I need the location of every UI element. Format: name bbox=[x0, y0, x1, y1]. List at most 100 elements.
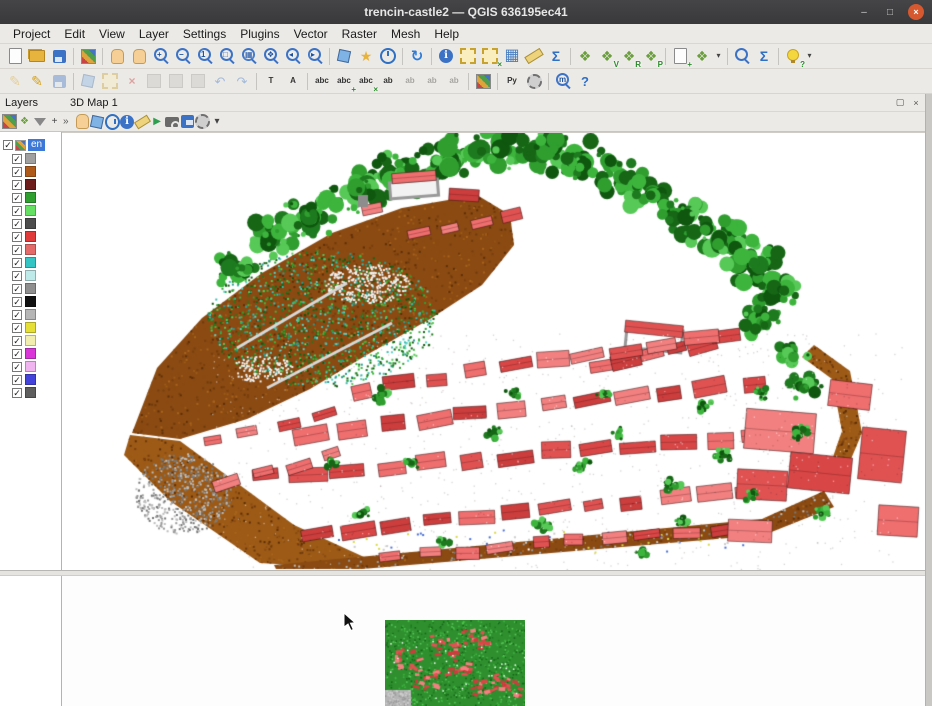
layer-class-row[interactable]: ✓ bbox=[0, 152, 61, 165]
zoom-native-icon[interactable]: 1 bbox=[195, 46, 215, 66]
add-feature-icon[interactable] bbox=[78, 71, 98, 91]
refresh-map-icon[interactable]: ↻ bbox=[407, 46, 427, 66]
redo-icon[interactable]: ↷ bbox=[232, 71, 252, 91]
layer-class-row[interactable]: ✓ bbox=[0, 217, 61, 230]
zoom-to-layer-icon[interactable]: ❖ bbox=[261, 46, 281, 66]
processing-toolbox-icon[interactable]: Σ bbox=[754, 46, 774, 66]
manage-plugins-icon[interactable] bbox=[524, 71, 544, 91]
layer-class-row[interactable]: ✓ bbox=[0, 295, 61, 308]
class-checkbox[interactable]: ✓ bbox=[12, 310, 22, 320]
menu-plugins[interactable]: Plugins bbox=[233, 25, 286, 43]
menu-settings[interactable]: Settings bbox=[176, 25, 233, 43]
temporal-3d-icon[interactable] bbox=[105, 114, 120, 129]
layer-class-row[interactable]: ✓ bbox=[0, 347, 61, 360]
pan-to-selection-icon[interactable] bbox=[129, 46, 149, 66]
layer-class-row[interactable]: ✓ bbox=[0, 204, 61, 217]
zoom-next-icon[interactable]: ▸ bbox=[305, 46, 325, 66]
layer-class-row[interactable]: ✓ bbox=[0, 178, 61, 191]
deselect-features-icon[interactable]: × bbox=[480, 46, 500, 66]
layer-class-row[interactable]: ✓ bbox=[0, 360, 61, 373]
layer-class-row[interactable]: ✓ bbox=[0, 191, 61, 204]
python-console-icon[interactable]: Py bbox=[502, 71, 522, 91]
tips-icon[interactable]: ? bbox=[783, 46, 803, 66]
pan-3d-icon[interactable] bbox=[75, 114, 90, 129]
diagram-options-icon[interactable] bbox=[473, 71, 493, 91]
camera-settings-3d-icon[interactable] bbox=[195, 114, 210, 129]
zoom-full-icon[interactable]: □ bbox=[217, 46, 237, 66]
layer-class-row[interactable]: ✓ bbox=[0, 269, 61, 282]
vertex-tool-icon[interactable] bbox=[100, 71, 120, 91]
class-checkbox[interactable]: ✓ bbox=[12, 375, 22, 385]
help-contents-icon[interactable]: ? bbox=[575, 71, 595, 91]
identify-features-icon[interactable]: i bbox=[436, 46, 456, 66]
menu-view[interactable]: View bbox=[92, 25, 132, 43]
class-checkbox[interactable]: ✓ bbox=[12, 245, 22, 255]
toggle-editing-icon[interactable]: ✎ bbox=[27, 71, 47, 91]
select-features-icon[interactable] bbox=[458, 46, 478, 66]
temporal-controller-icon[interactable] bbox=[378, 46, 398, 66]
copy-features-icon[interactable] bbox=[166, 71, 186, 91]
identify-3d-icon[interactable]: i bbox=[120, 114, 135, 129]
layer-class-row[interactable]: ✓ bbox=[0, 373, 61, 386]
layer-labeling-icon[interactable]: abc bbox=[312, 71, 332, 91]
map-themes-dropdown-icon[interactable]: ▾ bbox=[714, 46, 723, 66]
menu-edit[interactable]: Edit bbox=[57, 25, 92, 43]
menu-mesh[interactable]: Mesh bbox=[384, 25, 427, 43]
class-checkbox[interactable]: ✓ bbox=[12, 219, 22, 229]
class-checkbox[interactable]: ✓ bbox=[12, 232, 22, 242]
layer-checkbox[interactable]: ✓ bbox=[3, 140, 13, 150]
class-checkbox[interactable]: ✓ bbox=[12, 362, 22, 372]
class-checkbox[interactable]: ✓ bbox=[12, 336, 22, 346]
delete-selected-icon[interactable]: × bbox=[122, 71, 142, 91]
camera-move-3d-icon[interactable] bbox=[90, 114, 105, 129]
layer-class-row[interactable]: ✓ bbox=[0, 386, 61, 399]
save-layer-edits-icon[interactable] bbox=[49, 71, 69, 91]
layer-class-row[interactable]: ✓ bbox=[0, 256, 61, 269]
save-project-icon[interactable] bbox=[49, 46, 69, 66]
layer-class-row[interactable]: ✓ bbox=[0, 308, 61, 321]
class-checkbox[interactable]: ✓ bbox=[12, 271, 22, 281]
measure-3d-icon[interactable] bbox=[135, 114, 150, 129]
layer-class-row[interactable]: ✓ bbox=[0, 243, 61, 256]
layer-class-row[interactable]: ✓ bbox=[0, 165, 61, 178]
zoom-last-icon[interactable]: ◂ bbox=[283, 46, 303, 66]
form-annotation-icon[interactable]: A bbox=[283, 71, 303, 91]
class-checkbox[interactable]: ✓ bbox=[12, 349, 22, 359]
add-pointcloud-layer-icon[interactable]: ❖P bbox=[641, 46, 661, 66]
change-label-icon[interactable]: ab bbox=[444, 71, 464, 91]
layer-class-row[interactable]: ✓ bbox=[0, 282, 61, 295]
options-3d-icon[interactable]: ▾ bbox=[210, 114, 225, 129]
filter-legend-icon[interactable] bbox=[32, 114, 47, 129]
map3d-canvas[interactable] bbox=[62, 133, 925, 570]
class-checkbox[interactable]: ✓ bbox=[12, 193, 22, 203]
layer-styling-icon[interactable] bbox=[2, 114, 17, 129]
class-checkbox[interactable]: ✓ bbox=[12, 388, 22, 398]
export-3d-icon[interactable] bbox=[180, 114, 195, 129]
add-raster-layer-icon[interactable]: ❖R bbox=[619, 46, 639, 66]
menu-help[interactable]: Help bbox=[427, 25, 466, 43]
new-3d-map-view-icon[interactable] bbox=[334, 46, 354, 66]
map-themes-icon[interactable]: ❖ bbox=[692, 46, 712, 66]
layer-class-row[interactable]: ✓ bbox=[0, 230, 61, 243]
animation-3d-icon[interactable]: ▶ bbox=[150, 114, 165, 129]
menu-vector[interactable]: Vector bbox=[287, 25, 335, 43]
map2d-canvas[interactable] bbox=[385, 620, 525, 706]
map-themes-panel-icon[interactable]: ❖ bbox=[17, 114, 32, 129]
menu-raster[interactable]: Raster bbox=[335, 25, 384, 43]
add-vector-layer-icon[interactable]: ❖V bbox=[597, 46, 617, 66]
class-checkbox[interactable]: ✓ bbox=[12, 323, 22, 333]
layer-root-item[interactable]: ✓ en bbox=[0, 138, 61, 152]
dock-close-icon[interactable]: × bbox=[910, 98, 922, 108]
class-checkbox[interactable]: ✓ bbox=[12, 284, 22, 294]
zoom-to-selection-icon[interactable]: ▦ bbox=[239, 46, 259, 66]
spatial-bookmarks-icon[interactable]: ★ bbox=[356, 46, 376, 66]
dock-float-icon[interactable]: ▢ bbox=[894, 97, 906, 108]
current-edits-icon[interactable]: ✎ bbox=[5, 71, 25, 91]
paste-features-icon[interactable] bbox=[188, 71, 208, 91]
text-annotation-icon[interactable]: T bbox=[261, 71, 281, 91]
menu-layer[interactable]: Layer bbox=[132, 25, 176, 43]
layer-label[interactable]: en bbox=[28, 139, 45, 151]
toolbar-overflow-icon[interactable]: ▾ bbox=[805, 46, 814, 66]
labeling-options-icon[interactable]: abc+ bbox=[334, 71, 354, 91]
layer-class-row[interactable]: ✓ bbox=[0, 334, 61, 347]
